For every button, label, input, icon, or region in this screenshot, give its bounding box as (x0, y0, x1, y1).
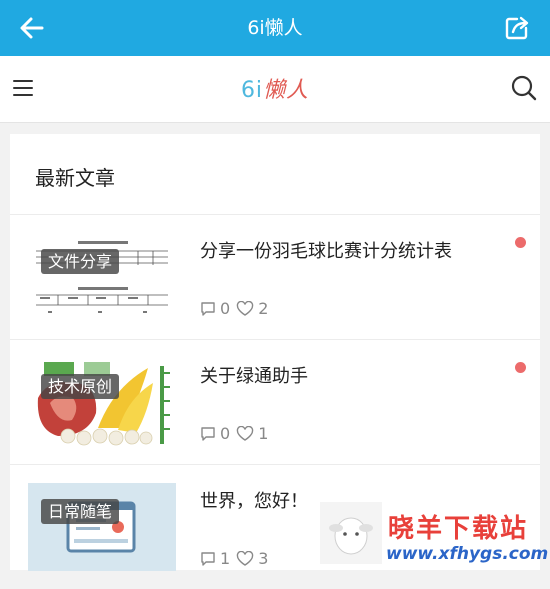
category-badge: 日常随笔 (41, 499, 120, 524)
watermark: 晓羊下载站 www.xfhygs.com (318, 498, 550, 570)
comment-icon (201, 426, 215, 441)
like-count: 2 (258, 299, 269, 318)
comment-icon (201, 301, 215, 316)
site-header: 6i懒人 (0, 56, 550, 123)
article-title[interactable]: 关于绿通助手 (200, 362, 308, 388)
unread-dot (515, 362, 526, 373)
article-item[interactable]: 文件分享 分享一份羽毛球比赛计分统计表 0 2 (10, 215, 540, 339)
heart-icon[interactable] (236, 425, 254, 442)
article-item[interactable]: 技术原创 关于绿通助手 0 1 (10, 340, 540, 464)
unread-dot (515, 237, 526, 248)
top-app-bar: 6i懒人 (0, 0, 550, 56)
watermark-text: 晓羊下载站 (388, 514, 529, 544)
like-count: 3 (258, 549, 269, 568)
article-thumbnail[interactable] (28, 483, 176, 571)
watermark-url: www.xfhygs.com (386, 544, 549, 564)
category-badge: 文件分享 (41, 249, 120, 274)
comment-icon (201, 551, 215, 566)
postcard-image (28, 483, 176, 571)
article-title[interactable]: 世界，您好！ (200, 487, 308, 513)
article-thumbnail[interactable] (28, 233, 176, 321)
heart-icon[interactable] (236, 300, 254, 317)
search-icon[interactable] (510, 74, 538, 102)
article-stats: 0 1 (200, 424, 274, 443)
share-icon[interactable] (504, 15, 530, 41)
heart-icon[interactable] (236, 550, 254, 567)
comment-count: 0 (220, 299, 231, 318)
sheep-logo-icon (320, 502, 382, 564)
like-count: 1 (258, 424, 269, 443)
page-title: 6i懒人 (247, 17, 303, 39)
comment-count: 1 (220, 549, 231, 568)
article-stats: 1 3 (200, 549, 274, 568)
section-title: 最新文章 (35, 166, 115, 190)
article-stats: 0 2 (200, 299, 274, 318)
logo-latin: 6i (240, 78, 264, 103)
comment-count: 0 (220, 424, 231, 443)
article-thumbnail[interactable] (28, 358, 176, 446)
site-logo[interactable]: 6i懒人 (0, 72, 550, 104)
category-badge: 技术原创 (41, 374, 120, 399)
green-pass-image (28, 358, 176, 446)
article-title[interactable]: 分享一份羽毛球比赛计分统计表 (200, 237, 452, 263)
logo-chinese: 懒人 (263, 78, 310, 103)
score-sheet-image (28, 233, 176, 321)
